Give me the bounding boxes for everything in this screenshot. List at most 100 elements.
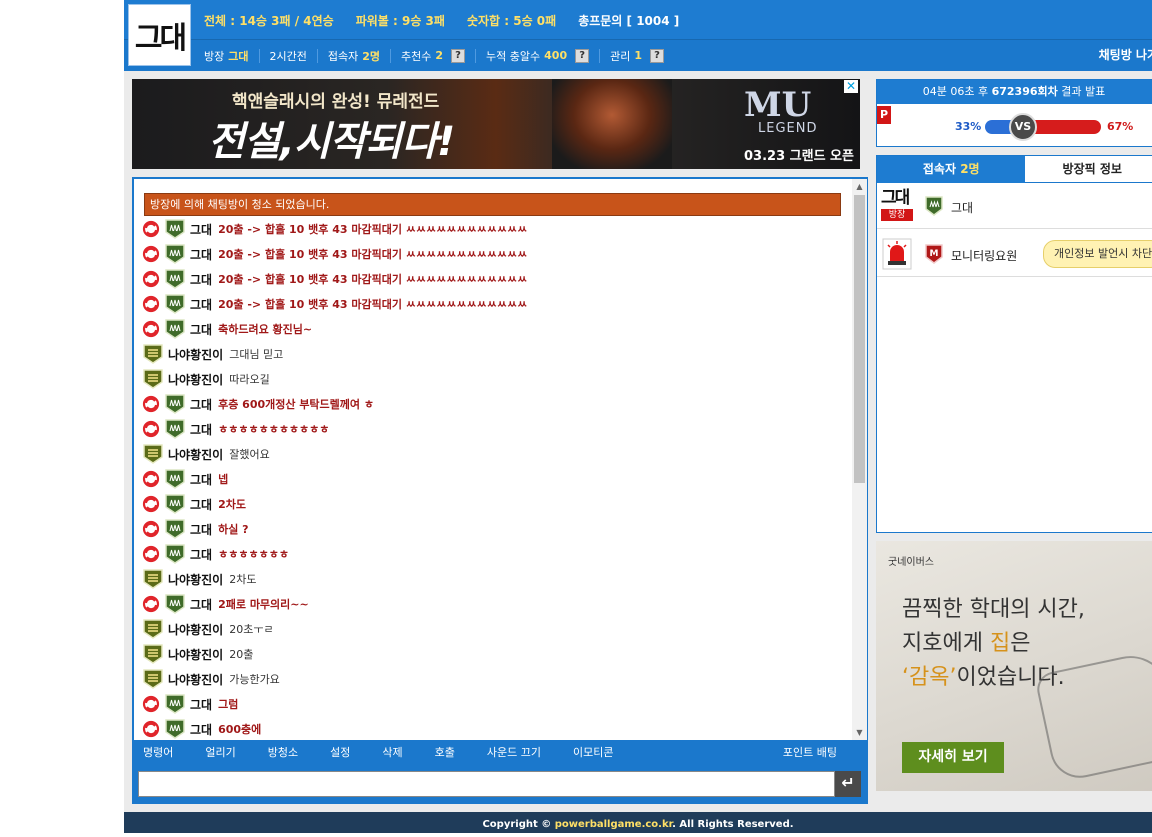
chat-message: 그대 후층 600개정산 부탁드렐께여 ㅎ xyxy=(142,392,374,416)
chat-nickname[interactable]: 나야황진이 xyxy=(168,621,223,638)
chat-text: 2패로 마무의리~~ xyxy=(218,598,309,611)
chat-nickname[interactable]: 그대 xyxy=(190,471,212,488)
scrollbar-thumb[interactable] xyxy=(854,195,865,483)
tab-host-pick-info[interactable]: 방장픽 정보 xyxy=(1025,156,1152,183)
send-icon[interactable]: ↵ xyxy=(835,771,861,797)
chat-nickname[interactable]: 그대 xyxy=(190,246,212,263)
chat-message: 그대 600충에 xyxy=(142,717,261,740)
chat-nickname[interactable]: 그대 xyxy=(190,321,212,338)
chat-nickname[interactable]: 나야황진이 xyxy=(168,671,223,688)
chat-nickname[interactable]: 그대 xyxy=(190,271,212,288)
user-row-monitor[interactable]: M 모니터링요원 개인정보 발언시 차단 xyxy=(877,231,1152,277)
level-badge-icon xyxy=(142,668,164,690)
level-badge-icon xyxy=(164,518,186,540)
level-badge-icon xyxy=(142,643,164,665)
chat-nickname[interactable]: 그대 xyxy=(190,696,212,713)
level-badge-icon xyxy=(142,443,164,465)
vs-badge: VS xyxy=(1009,113,1037,141)
help-icon[interactable]: ? xyxy=(650,48,665,63)
chat-text: 600충에 xyxy=(218,723,262,736)
chat-scrollbar[interactable]: ▲ ▼ xyxy=(852,179,867,740)
menu-commands[interactable]: 명령어 xyxy=(143,744,173,760)
chat-nickname[interactable]: 그대 xyxy=(190,421,212,438)
ad-close-icon[interactable]: ✕ xyxy=(843,80,858,93)
chat-nickname[interactable]: 그대 xyxy=(190,496,212,513)
chat-nickname[interactable]: 나야황진이 xyxy=(168,646,223,663)
top-banner-ad[interactable]: 핵앤슬래시의 완성! 뮤레전드 전설,시작되다! MU LEGEND 03.23… xyxy=(132,79,860,169)
chat-nickname[interactable]: 나야황진이 xyxy=(168,571,223,588)
round-number: 672396회차 xyxy=(991,85,1058,98)
ad-side-line2-highlight: 집 xyxy=(989,631,1011,656)
level-badge-icon xyxy=(164,318,186,340)
scroll-down-icon[interactable]: ▼ xyxy=(852,725,867,740)
level-badge-icon xyxy=(164,218,186,240)
chat-message: 그대 20출 -> 합홀 10 뱃후 43 마감픽대기 ㅆㅆㅆㅆㅆㅆㅆㅆㅆㅆㅆㅆ xyxy=(142,292,527,316)
spiral-icon xyxy=(142,320,160,338)
menu-call[interactable]: 호출 xyxy=(435,744,455,760)
chat-nickname[interactable]: 나야황진이 xyxy=(168,346,223,363)
ad-side-line2-c: 은 xyxy=(1010,631,1031,656)
privacy-warning-tooltip: 개인정보 발언시 차단 xyxy=(1043,240,1152,268)
chat-nickname[interactable]: 그대 xyxy=(190,396,212,413)
chat-message: 그대 ㅎㅎㅎㅎㅎㅎㅎ xyxy=(142,542,289,566)
chat-nickname[interactable]: 그대 xyxy=(190,296,212,313)
user-name: 그대 xyxy=(951,201,974,215)
chat-nickname[interactable]: 그대 xyxy=(190,596,212,613)
side-banner-ad[interactable]: 굿네이버스 끔찍한 학대의 시간, 지호에게 집은 ‘감옥’이었습니다. 자세히… xyxy=(876,541,1152,791)
help-icon[interactable]: ? xyxy=(451,48,466,63)
chat-nickname[interactable]: 그대 xyxy=(190,221,212,238)
chat-input[interactable] xyxy=(138,771,835,797)
chat-nickname[interactable]: 그대 xyxy=(190,521,212,538)
ad-open-date: 03.23 그랜드 오픈 xyxy=(744,149,854,164)
meta-label: 추천수 xyxy=(401,49,432,63)
meta-label: 관리 xyxy=(610,49,631,63)
spiral-icon xyxy=(142,270,160,288)
level-badge-icon xyxy=(164,268,186,290)
chat-text: 넵 xyxy=(218,473,229,486)
chat-message: 그대 2차도 xyxy=(142,492,246,516)
chat-panel: 방장에 의해 채팅방이 청소 되었습니다. 그대 20출 -> 합홀 10 뱃후 … xyxy=(132,177,868,804)
level-badge-icon xyxy=(164,693,186,715)
meta-value: 2명 xyxy=(362,49,381,63)
level-badge-icon xyxy=(164,293,186,315)
chat-message: 나야황진이 잘했어요 xyxy=(142,442,270,466)
menu-emoticon[interactable]: 이모티콘 xyxy=(573,744,613,760)
menu-freeze[interactable]: 얼리기 xyxy=(205,744,235,760)
menu-settings[interactable]: 설정 xyxy=(330,744,350,760)
header-meta-bar: 방장그대2시간전접속자2명추천수2?누적 충알수400?관리1? 채팅방 나가 xyxy=(124,40,1152,71)
chat-text: 20출 -> 합홀 10 뱃후 43 마감픽대기 ㅆㅆㅆㅆㅆㅆㅆㅆㅆㅆㅆㅆ xyxy=(218,248,528,261)
chat-text: 20출 -> 합홀 10 뱃후 43 마감픽대기 ㅆㅆㅆㅆㅆㅆㅆㅆㅆㅆㅆㅆ xyxy=(218,298,528,311)
meta-item: 누적 충알수 400? xyxy=(476,48,601,63)
chat-nickname[interactable]: 나야황진이 xyxy=(168,371,223,388)
chat-nickname[interactable]: 그대 xyxy=(190,546,212,563)
app: 전체 : 14승 3패 / 4연승 파워볼 : 9승 3패 숫자합 : 5승 0… xyxy=(124,0,1152,833)
exit-chatroom-button[interactable]: 채팅방 나가 xyxy=(1099,40,1152,71)
meta-value: 2 xyxy=(435,49,444,62)
level-badge-icon xyxy=(164,718,186,740)
chat-nickname[interactable]: 그대 xyxy=(190,721,212,738)
chat-message: 나야황진이 20초ㅜㄹ xyxy=(142,617,274,641)
ad-side-brand: 굿네이버스 xyxy=(888,557,934,568)
room-stats: 전체 : 14승 3패 / 4연승 파워볼 : 9승 3패 숫자합 : 5승 0… xyxy=(204,0,701,40)
user-row-host[interactable]: 그대 방장 그대 xyxy=(877,183,1152,229)
chat-message: 그대 20출 -> 합홀 10 뱃후 43 마감픽대기 ㅆㅆㅆㅆㅆㅆㅆㅆㅆㅆㅆㅆ xyxy=(142,217,527,241)
ad-side-line2-a: 지호에게 xyxy=(902,631,990,656)
menu-sound-off[interactable]: 사운드 끄기 xyxy=(487,744,541,760)
spiral-icon xyxy=(142,520,160,538)
chat-message-list[interactable]: 방장에 의해 채팅방이 청소 되었습니다. 그대 20출 -> 합홀 10 뱃후 … xyxy=(134,179,852,740)
menu-delete[interactable]: 삭제 xyxy=(382,744,402,760)
stat-inquiry: 총프문의 [ 1004 ] xyxy=(578,13,680,28)
ad-details-button[interactable]: 자세히 보기 xyxy=(902,742,1004,773)
menu-clean-room[interactable]: 방청소 xyxy=(268,744,298,760)
point-bet-button[interactable]: 포인트 배팅 xyxy=(783,744,837,760)
result-announce-label: 결과 발표 xyxy=(1061,85,1106,98)
help-icon[interactable]: ? xyxy=(575,48,590,63)
level-badge-icon xyxy=(164,593,186,615)
header-top: 전체 : 14승 3패 / 4연승 파워볼 : 9승 3패 숫자합 : 5승 0… xyxy=(124,0,1152,40)
footer-site-link[interactable]: powerballgame.co.kr xyxy=(555,819,672,830)
ad-brand-sub: LEGEND xyxy=(758,121,818,136)
footer-rights: . All Rights Reserved. xyxy=(672,819,794,830)
scroll-up-icon[interactable]: ▲ xyxy=(852,179,867,194)
tab-connected-users[interactable]: 접속자 2명 xyxy=(877,156,1026,183)
chat-nickname[interactable]: 나야황진이 xyxy=(168,446,223,463)
